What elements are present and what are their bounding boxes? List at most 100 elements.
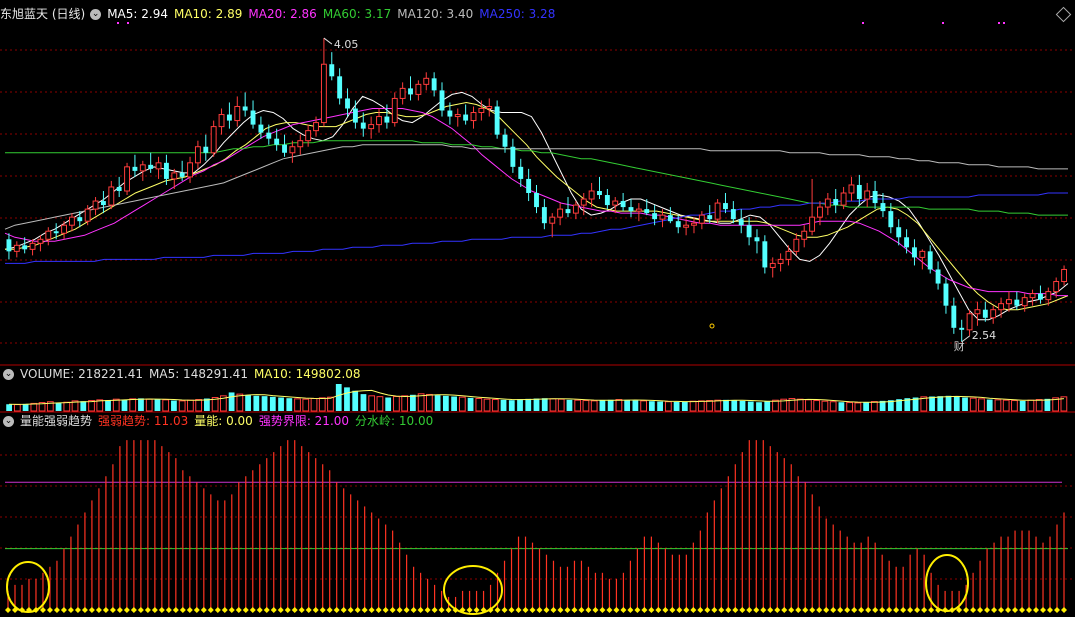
volume-bar [13, 404, 21, 412]
candle-body [29, 242, 36, 250]
volume-bars [6, 384, 1068, 412]
candle-body [1021, 297, 1028, 307]
volume-bar [310, 398, 318, 412]
volume-bar [664, 401, 672, 412]
stock-chart[interactable]: 4.05 2.54 财 [0, 0, 1075, 617]
energy-marker [354, 607, 361, 613]
energy-marker [928, 607, 935, 613]
volume-bar [451, 396, 457, 411]
candle-body [258, 124, 264, 133]
candle-body [659, 214, 666, 220]
volume-bar [566, 399, 573, 411]
energy-marker [732, 607, 739, 613]
energy-marker [221, 607, 228, 613]
energy-marker [900, 607, 907, 613]
candle-body [652, 213, 658, 220]
energy-marker [977, 607, 984, 613]
candle-body [502, 134, 508, 147]
energy-marker [263, 607, 270, 613]
energy-marker [893, 607, 900, 613]
energy-marker [312, 607, 319, 613]
volume-bar [846, 402, 854, 412]
candle-body [1045, 291, 1052, 301]
volume-bar [187, 399, 194, 412]
energy-marker [585, 607, 592, 613]
energy-marker [557, 607, 564, 613]
energy-marker [256, 607, 263, 613]
candle-body [415, 83, 422, 95]
volume-bar [138, 398, 144, 411]
energy-marker [165, 607, 172, 613]
energy-marker [109, 607, 116, 613]
volume-bar [673, 401, 680, 411]
volume-bar [245, 394, 251, 411]
energy-marker [760, 607, 767, 613]
candle-body [927, 251, 933, 270]
candle-body [226, 114, 232, 121]
energy-marker [1047, 607, 1054, 613]
candle-body [352, 108, 358, 123]
candle-body [620, 201, 626, 208]
candle-body [478, 108, 485, 114]
candle-body [84, 208, 91, 222]
candle-body [612, 200, 619, 206]
energy-marker [683, 607, 690, 613]
candle-body [320, 63, 327, 124]
energy-marker [879, 607, 886, 613]
volume-bar [607, 399, 614, 411]
energy-marker [1054, 607, 1061, 613]
candle-body [864, 190, 871, 200]
volume-bar [162, 399, 170, 412]
volume-bar [953, 396, 960, 411]
signal-mark [942, 22, 944, 24]
volume-bar [541, 398, 548, 411]
candle-body [888, 211, 894, 228]
candle-body [297, 140, 304, 148]
candle-body [194, 146, 201, 164]
volume-bar [352, 390, 359, 411]
candle-body [391, 97, 398, 124]
candle-body [572, 204, 579, 214]
energy-marker [179, 607, 186, 613]
candle-body [809, 216, 816, 232]
volume-bar [697, 400, 705, 412]
volume-bar [278, 397, 284, 411]
energy-marker [697, 607, 704, 613]
signal-mark [998, 22, 1000, 24]
energy-marker [564, 607, 571, 613]
volume-bar [723, 399, 729, 411]
candle-body [274, 138, 280, 145]
volume-bar [648, 401, 655, 411]
energy-marker [998, 607, 1005, 613]
energy-marker [592, 607, 599, 613]
signal-mark [127, 22, 129, 24]
candles[interactable] [6, 22, 1068, 343]
energy-marker [242, 607, 249, 613]
energy-marker [543, 607, 550, 613]
energy-marker [872, 607, 879, 613]
candle-body [77, 217, 83, 222]
candle-body [872, 190, 878, 204]
candle-body [454, 114, 461, 118]
energy-marker [95, 607, 102, 613]
candle-body [1014, 299, 1020, 306]
candle-body [691, 222, 697, 226]
volume-bar [854, 402, 862, 412]
volume-bar [978, 398, 985, 412]
volume-bar [376, 396, 384, 412]
energy-marker [1040, 607, 1047, 613]
volume-bar [747, 401, 754, 411]
energy-marker [809, 607, 816, 613]
volume-bar [261, 396, 268, 411]
candle-body [187, 162, 193, 178]
energy-marker [536, 607, 543, 613]
energy-marker [424, 607, 431, 613]
volume-bar [813, 400, 821, 412]
candle-body [943, 283, 949, 306]
volume-bar [393, 395, 400, 412]
energy-marker [445, 607, 452, 613]
candle-body [399, 87, 406, 99]
energy-marker [1005, 607, 1012, 613]
energy-marker [396, 607, 403, 613]
energy-marker [627, 607, 634, 613]
